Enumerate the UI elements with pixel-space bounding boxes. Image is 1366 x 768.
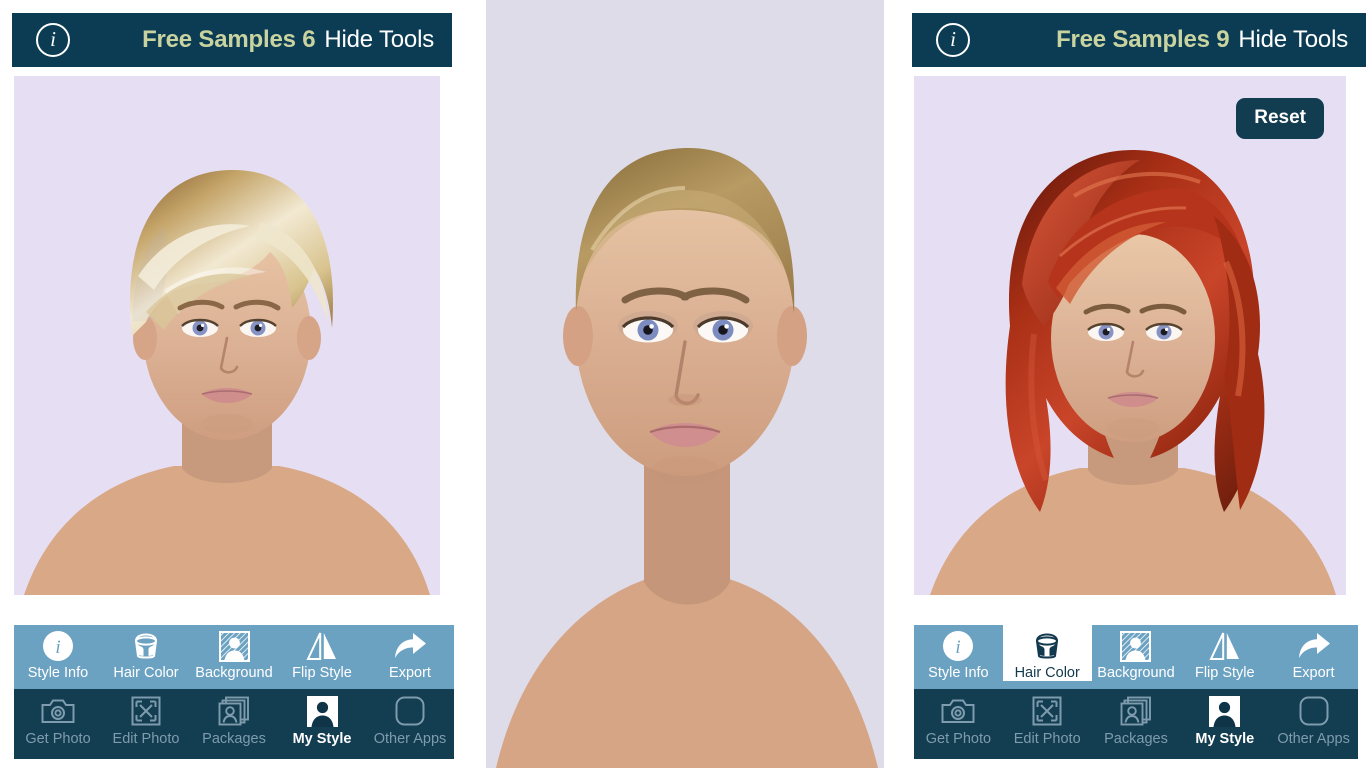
nav-label: Get Photo <box>925 731 992 747</box>
paint-bucket-icon <box>1031 629 1063 663</box>
svg-text:i: i <box>55 637 60 658</box>
nav-label: Other Apps <box>373 731 447 747</box>
tool-label: Hair Color <box>113 665 179 681</box>
nav-label: Other Apps <box>1277 731 1350 747</box>
app-header-right: i Free Samples 9 Hide Tools <box>912 13 1366 67</box>
camera-icon <box>41 693 75 729</box>
tool-hair-color[interactable]: Hair Color <box>1002 625 1092 681</box>
toolbar-bottom-right: Get Photo Edit Photo Packages My Style O… <box>914 689 1358 759</box>
svg-text:i: i <box>956 637 961 658</box>
nav-packages[interactable]: Packages <box>1092 689 1181 747</box>
tool-export[interactable]: Export <box>1269 625 1358 681</box>
nav-get-photo[interactable]: Get Photo <box>14 689 102 747</box>
flip-triangles-icon <box>1209 629 1241 663</box>
info-circle-icon: i <box>42 629 74 663</box>
share-arrow-icon <box>1297 629 1331 663</box>
nav-label: Get Photo <box>25 731 91 747</box>
tool-label: Flip Style <box>1194 665 1255 681</box>
rounded-square-icon <box>1299 693 1329 729</box>
portrait-square-icon <box>1120 629 1152 663</box>
nav-other-apps[interactable]: Other Apps <box>366 689 454 747</box>
portrait-filled-icon <box>1209 693 1241 729</box>
info-circle-icon[interactable]: i <box>936 23 970 57</box>
toolbar-bottom-row-right: Get Photo Edit Photo Packages My Style O… <box>914 689 1358 747</box>
panel-right: i Free Samples 9 Hide Tools Reset i Styl… <box>912 0 1366 768</box>
camera-icon <box>941 693 975 729</box>
header-titles-left: Free Samples 6 Hide Tools <box>70 26 452 54</box>
portrait-pulled-back-hair <box>486 0 884 768</box>
free-samples-label[interactable]: Free Samples 9 <box>1056 26 1230 54</box>
share-arrow-icon <box>393 629 427 663</box>
panel-middle <box>486 0 884 768</box>
nav-label: Packages <box>1104 731 1168 747</box>
photo-canvas-right[interactable]: Reset <box>914 76 1346 595</box>
tool-flip-style[interactable]: Flip Style <box>1180 625 1269 681</box>
tool-flip-style[interactable]: Flip Style <box>278 625 366 681</box>
resize-arrows-icon <box>1032 693 1062 729</box>
screenshot-root: i Free Samples 6 Hide Tools i Style Info… <box>0 0 1366 768</box>
header-titles-right: Free Samples 9 Hide Tools <box>970 26 1366 54</box>
nav-label: My Style <box>1195 731 1255 747</box>
tool-background[interactable]: Background <box>1092 625 1181 681</box>
nav-my-style[interactable]: My Style <box>1180 689 1269 747</box>
tool-background[interactable]: Background <box>190 625 278 681</box>
tool-style-info[interactable]: i Style Info <box>14 625 102 681</box>
info-glyph: i <box>950 26 956 51</box>
resize-arrows-icon <box>131 693 161 729</box>
nav-label: Edit Photo <box>1013 731 1081 747</box>
toolbar-top-row-right: i Style Info Hair Color Background Flip … <box>914 625 1358 681</box>
nav-edit-photo[interactable]: Edit Photo <box>102 689 190 747</box>
nav-label: Packages <box>202 731 266 747</box>
free-samples-label[interactable]: Free Samples 6 <box>142 26 316 54</box>
nav-label: My Style <box>292 731 352 747</box>
portrait-square-icon <box>218 629 250 663</box>
nav-packages[interactable]: Packages <box>190 689 278 747</box>
tool-label: Style Info <box>928 665 989 681</box>
nav-other-apps[interactable]: Other Apps <box>1269 689 1358 747</box>
toolbar-top-left: i Style Info Hair Color Background Flip … <box>14 625 454 689</box>
tool-label: Style Info <box>27 665 89 681</box>
paint-bucket-icon <box>130 629 162 663</box>
tool-export[interactable]: Export <box>366 625 454 681</box>
app-header-left: i Free Samples 6 Hide Tools <box>12 13 452 67</box>
tool-label: Hair Color <box>1014 665 1080 681</box>
nav-get-photo[interactable]: Get Photo <box>914 689 1003 747</box>
hide-tools-button[interactable]: Hide Tools <box>1238 26 1348 54</box>
info-circle-icon[interactable]: i <box>36 23 70 57</box>
reset-button[interactable]: Reset <box>1236 98 1324 139</box>
nav-edit-photo[interactable]: Edit Photo <box>1003 689 1092 747</box>
tool-label: Background <box>195 665 273 681</box>
flip-triangles-icon <box>306 629 338 663</box>
stacked-cards-icon <box>1120 693 1152 729</box>
toolbar-bottom-row-left: Get Photo Edit Photo Packages My Style O… <box>14 689 454 747</box>
hide-tools-button[interactable]: Hide Tools <box>324 26 434 54</box>
tool-hair-color[interactable]: Hair Color <box>102 625 190 681</box>
stacked-cards-icon <box>218 693 250 729</box>
photo-canvas-left[interactable] <box>14 76 440 595</box>
panel-left: i Free Samples 6 Hide Tools i Style Info… <box>0 0 456 768</box>
info-glyph: i <box>50 26 56 51</box>
toolbar-top-row-left: i Style Info Hair Color Background Flip … <box>14 625 454 681</box>
portrait-blonde-pixie <box>14 76 440 595</box>
info-circle-icon: i <box>942 629 974 663</box>
nav-my-style[interactable]: My Style <box>278 689 366 747</box>
tool-label: Export <box>1292 665 1335 681</box>
tool-label: Export <box>389 665 431 681</box>
toolbar-bottom-left: Get Photo Edit Photo Packages My Style O… <box>14 689 454 759</box>
tool-label: Flip Style <box>292 665 352 681</box>
portrait-red-hairstyle <box>914 76 1346 595</box>
rounded-square-icon <box>395 693 425 729</box>
toolbar-top-right: i Style Info Hair Color Background Flip … <box>914 625 1358 689</box>
tool-style-info[interactable]: i Style Info <box>914 625 1003 681</box>
portrait-filled-icon <box>306 693 338 729</box>
photo-canvas-middle[interactable] <box>486 0 884 768</box>
nav-label: Edit Photo <box>112 731 180 747</box>
tool-label: Background <box>1097 665 1175 681</box>
